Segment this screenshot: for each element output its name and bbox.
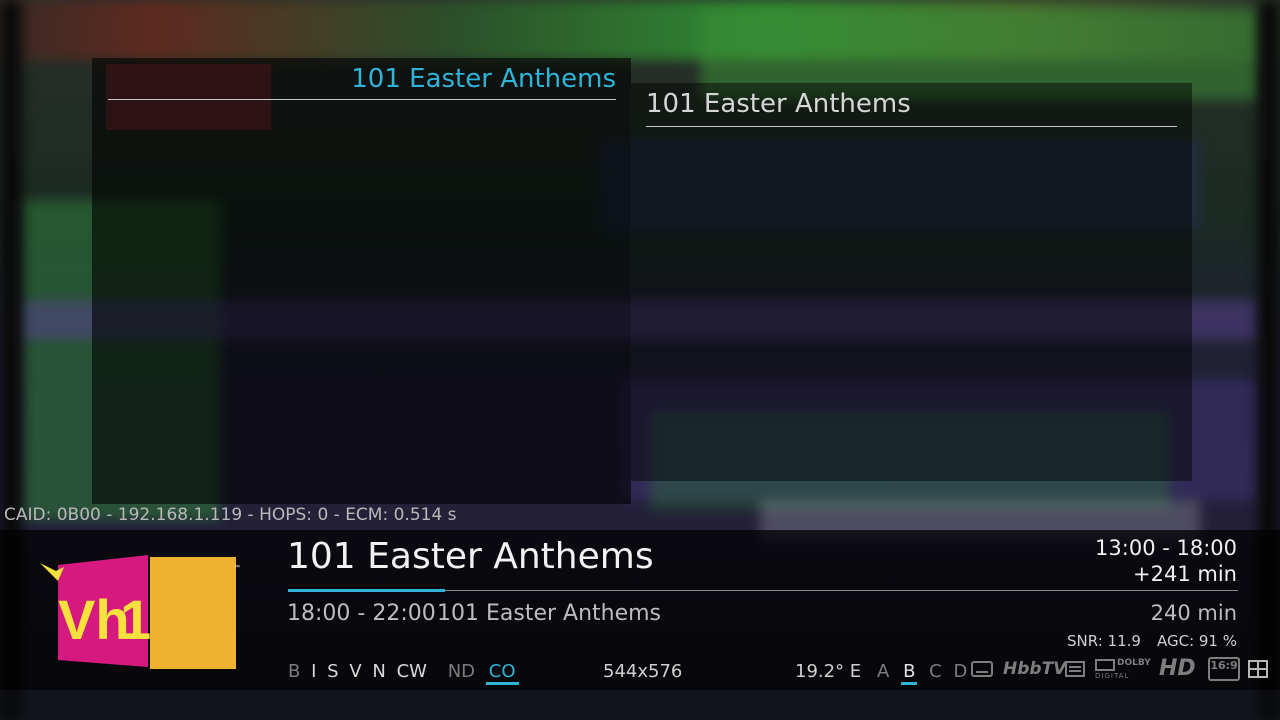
caid-co: CO (485, 661, 519, 685)
dolby-label: DOLBY (1117, 658, 1151, 668)
teletext-icon (1065, 657, 1087, 681)
divider (108, 99, 616, 100)
bottom-strip (0, 690, 1280, 720)
caid-nd: ND (447, 661, 476, 682)
watermark-logo (106, 64, 271, 130)
orbital-position: 19.2° E (795, 661, 862, 682)
divider (646, 126, 1177, 127)
next-event-duration: 240 min (1150, 601, 1237, 625)
epg-panel-left: 101 Easter Anthems (92, 58, 631, 504)
signal-info: SNR: 11.9 AGC: 91 % (1067, 632, 1237, 650)
logo-orange-box (150, 557, 236, 669)
caid-b: B (288, 661, 301, 682)
aspect-ratio-icon: 16:9 (1208, 657, 1240, 681)
tuner-b: B (901, 661, 918, 685)
tuner-c: C (929, 661, 942, 682)
crypt-icon (1246, 657, 1270, 681)
current-event-remaining: +241 min (1133, 562, 1237, 586)
epg-left-title: 101 Easter Anthems (351, 64, 616, 94)
hd-icon: HD (1159, 656, 1196, 681)
caid-i: I (311, 661, 317, 682)
tuner-d: D (953, 661, 968, 682)
event-progress-bar (288, 589, 445, 592)
snr-value: SNR: 11.9 (1067, 632, 1141, 650)
epg-right-title: 101 Easter Anthems (646, 89, 911, 119)
video-resolution: 544x576 (603, 661, 683, 682)
caid-s: S (327, 661, 339, 682)
agc-value: AGC: 91 % (1156, 632, 1237, 650)
logo-text: Vh (58, 588, 130, 651)
caid-cw: CW (396, 661, 427, 682)
current-event-time: 13:00 - 18:00 (1095, 536, 1237, 560)
next-event-title: 101 Easter Anthems (437, 601, 662, 626)
epg-panel-right: 101 Easter Anthems (631, 83, 1192, 481)
dolby-icon: DOLBY DIGITAL (1095, 657, 1153, 681)
dolby-sublabel: DIGITAL (1095, 672, 1130, 680)
logo-tm: ™ (234, 564, 240, 571)
caid-v: V (349, 661, 362, 682)
hbbtv-icon: HbbTV (1003, 659, 1067, 679)
subtitle-icon (969, 657, 995, 681)
current-event-title: 101 Easter Anthems (287, 536, 654, 577)
tuner-indicators: A B C D (877, 661, 973, 685)
caid-indicators: B I S V N CW ND CO (288, 661, 524, 687)
next-event-time: 18:00 - 22:00 (287, 601, 436, 626)
tuner-a: A (877, 661, 890, 682)
caid-info: CAID: 0B00 - 192.168.1.119 - HOPS: 0 - E… (4, 505, 457, 525)
logo-text-1: 1 (120, 588, 151, 651)
caid-n: N (372, 661, 386, 682)
channel-logo: Vh 1 ™ (40, 555, 240, 669)
